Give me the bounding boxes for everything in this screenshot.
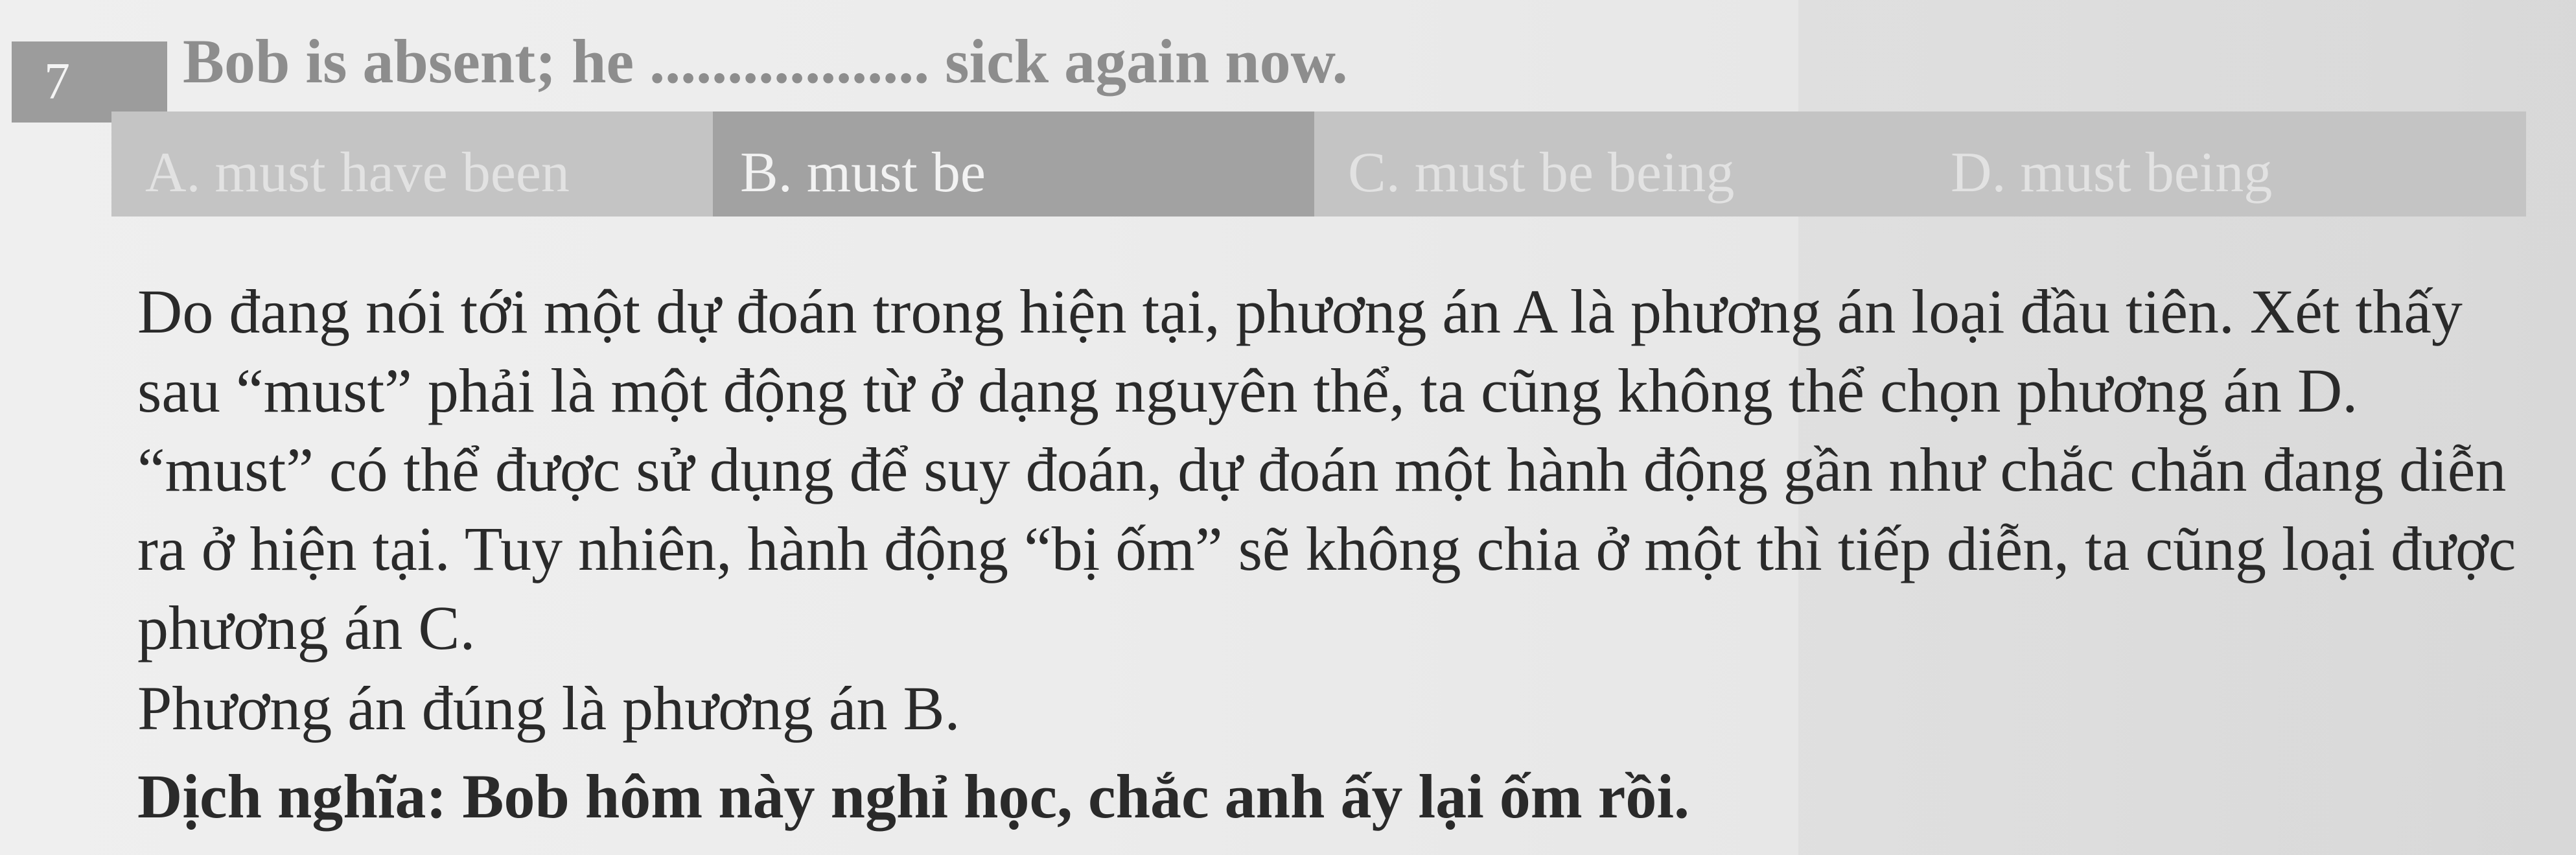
- question-text: Bob is absent; he .................. sic…: [183, 27, 1348, 96]
- option-c[interactable]: C. must be being: [1314, 111, 1917, 217]
- option-b[interactable]: B. must be: [713, 111, 1314, 217]
- explanation-block: Do đang nói tới một dự đoán trong hiện t…: [137, 272, 2535, 668]
- explanation-paragraph: Do đang nói tới một dự đoán trong hiện t…: [137, 277, 2516, 662]
- options-strip: A. must have been B. must be C. must be …: [111, 111, 2526, 217]
- translation-line: Dịch nghĩa: Bob hôm này nghỉ học, chắc a…: [137, 762, 1690, 831]
- correct-answer-line: Phương án đúng là phương án B.: [137, 673, 960, 743]
- option-a[interactable]: A. must have been: [111, 111, 713, 217]
- option-d[interactable]: D. must being: [1917, 111, 2526, 217]
- question-number-badge: 7: [12, 41, 167, 123]
